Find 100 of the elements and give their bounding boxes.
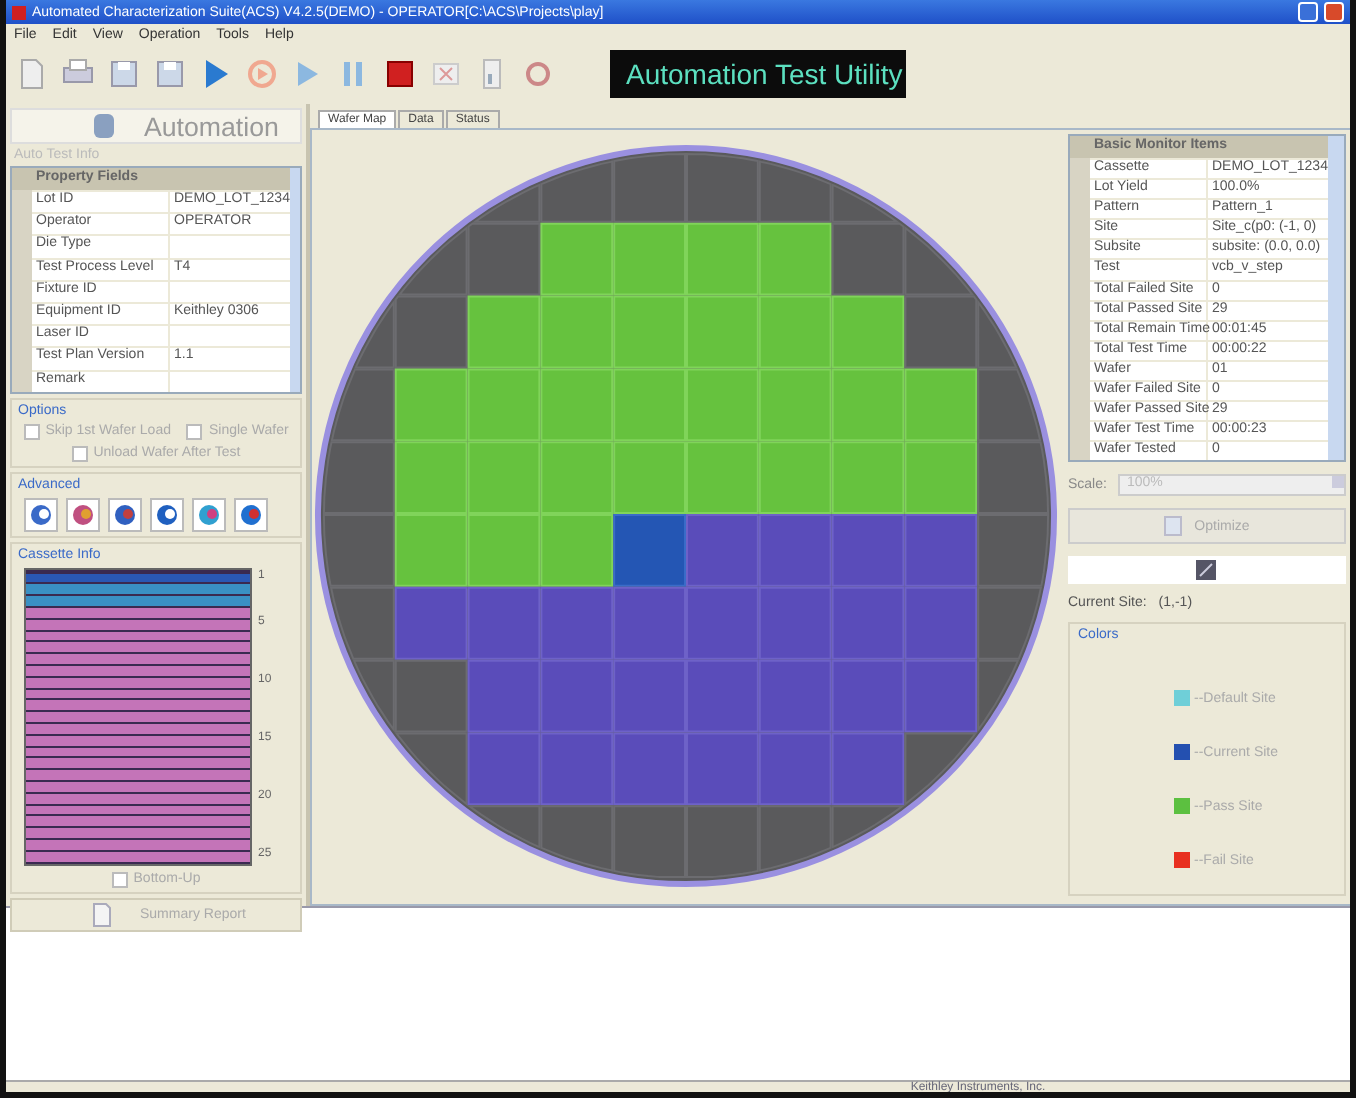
die-cell[interactable] bbox=[758, 804, 832, 871]
die-cell[interactable] bbox=[758, 294, 832, 368]
wafer-slot[interactable] bbox=[26, 758, 250, 769]
die-cell[interactable] bbox=[977, 367, 1042, 441]
die-cell[interactable] bbox=[758, 513, 832, 586]
die-cell[interactable] bbox=[758, 731, 832, 805]
die-cell[interactable] bbox=[540, 731, 614, 805]
die-cell[interactable] bbox=[466, 804, 541, 848]
die-cell[interactable] bbox=[831, 440, 905, 514]
die-cell[interactable] bbox=[831, 658, 905, 732]
die-cell[interactable] bbox=[831, 513, 905, 586]
die-cell[interactable] bbox=[322, 440, 395, 514]
tool-button[interactable] bbox=[108, 497, 142, 532]
die-cell[interactable] bbox=[758, 221, 832, 295]
wafer-thumbnail-icon[interactable] bbox=[1196, 560, 1217, 581]
die-cell[interactable] bbox=[904, 440, 978, 514]
die-cell[interactable] bbox=[613, 658, 686, 732]
checkbox[interactable] bbox=[186, 423, 203, 440]
wafer-slot[interactable] bbox=[26, 770, 250, 781]
die-cell[interactable] bbox=[394, 731, 468, 806]
wafer-slot[interactable] bbox=[26, 816, 250, 827]
die-cell[interactable] bbox=[540, 159, 614, 222]
die-cell[interactable] bbox=[831, 182, 900, 222]
die-cell[interactable] bbox=[394, 294, 468, 368]
die-cell[interactable] bbox=[540, 513, 614, 586]
wafer-slot[interactable] bbox=[26, 631, 250, 641]
checkbox[interactable] bbox=[71, 445, 88, 462]
die-cell[interactable] bbox=[686, 221, 759, 295]
close-button[interactable] bbox=[1324, 2, 1344, 22]
scrollbar[interactable] bbox=[1327, 136, 1344, 461]
die-cell[interactable] bbox=[540, 294, 614, 368]
die-cell[interactable] bbox=[467, 294, 541, 368]
wafer-slot[interactable] bbox=[26, 689, 250, 699]
die-cell[interactable] bbox=[540, 440, 614, 514]
tool-button[interactable] bbox=[66, 497, 100, 532]
die-cell[interactable] bbox=[831, 221, 905, 295]
die-cell[interactable] bbox=[758, 658, 832, 732]
die-cell[interactable] bbox=[613, 804, 686, 878]
wafer-slot[interactable] bbox=[26, 596, 250, 607]
die-cell[interactable] bbox=[758, 440, 832, 514]
die-cell[interactable] bbox=[977, 513, 1050, 586]
die-cell[interactable] bbox=[904, 731, 978, 806]
die-cell[interactable] bbox=[831, 804, 906, 848]
tool-button[interactable] bbox=[24, 497, 58, 532]
die-cell[interactable] bbox=[467, 731, 541, 805]
die-cell[interactable] bbox=[394, 367, 468, 441]
die-cell[interactable] bbox=[352, 658, 395, 732]
wafer-slot[interactable] bbox=[26, 654, 250, 665]
die-cell[interactable] bbox=[613, 221, 686, 295]
die-cell[interactable] bbox=[467, 585, 541, 659]
die-cell[interactable] bbox=[394, 440, 468, 514]
save-icon[interactable] bbox=[152, 56, 188, 92]
die-cell[interactable] bbox=[686, 367, 759, 441]
die-cell[interactable] bbox=[397, 224, 468, 295]
wafer-slot[interactable] bbox=[26, 747, 250, 757]
die-cell[interactable] bbox=[394, 585, 468, 659]
wafer-slot[interactable] bbox=[26, 642, 250, 653]
checkbox[interactable] bbox=[23, 423, 40, 440]
die-cell[interactable] bbox=[904, 294, 978, 368]
die-cell[interactable] bbox=[904, 658, 978, 732]
die-cell[interactable] bbox=[977, 440, 1050, 514]
wafer-slot[interactable] bbox=[26, 735, 250, 746]
wafer-slot[interactable] bbox=[26, 677, 250, 688]
die-cell[interactable] bbox=[831, 585, 905, 659]
die-cell[interactable] bbox=[686, 151, 759, 222]
die-cell[interactable] bbox=[354, 298, 395, 368]
die-cell[interactable] bbox=[686, 804, 759, 878]
die-cell[interactable] bbox=[394, 513, 468, 586]
die-cell[interactable] bbox=[686, 294, 759, 368]
die-cell[interactable] bbox=[977, 298, 1018, 368]
die-cell[interactable] bbox=[540, 221, 614, 295]
checkbox[interactable] bbox=[111, 871, 128, 888]
die-cell[interactable] bbox=[540, 804, 614, 871]
die-cell[interactable] bbox=[686, 658, 759, 732]
die-cell[interactable] bbox=[831, 294, 905, 368]
die-cell[interactable] bbox=[831, 367, 905, 441]
die-cell[interactable] bbox=[686, 585, 759, 659]
die-cell[interactable] bbox=[540, 658, 614, 732]
die-cell[interactable] bbox=[758, 367, 832, 441]
die-cell[interactable] bbox=[322, 513, 395, 586]
tool-button[interactable] bbox=[150, 497, 184, 532]
die-cell[interactable] bbox=[472, 182, 541, 222]
wafer-slot[interactable] bbox=[26, 573, 250, 583]
wafer-slot[interactable] bbox=[26, 619, 250, 630]
die-cell[interactable] bbox=[467, 513, 541, 586]
die-cell[interactable] bbox=[613, 367, 686, 441]
minimize-button[interactable] bbox=[1298, 2, 1318, 22]
tool-button[interactable] bbox=[234, 497, 268, 532]
wafer-slot[interactable] bbox=[26, 793, 250, 804]
wafer-slot[interactable] bbox=[26, 805, 250, 815]
scrollbar[interactable] bbox=[289, 168, 300, 392]
die-cell[interactable] bbox=[831, 731, 905, 805]
wafer-slot[interactable] bbox=[26, 828, 250, 839]
wafer-slot[interactable] bbox=[26, 712, 250, 723]
die-cell[interactable] bbox=[467, 221, 541, 295]
stop-icon[interactable] bbox=[382, 56, 418, 92]
die-cell[interactable] bbox=[467, 658, 541, 732]
die-cell[interactable] bbox=[904, 224, 975, 295]
circle-play-icon[interactable] bbox=[244, 56, 280, 92]
die-cell[interactable] bbox=[613, 731, 686, 805]
